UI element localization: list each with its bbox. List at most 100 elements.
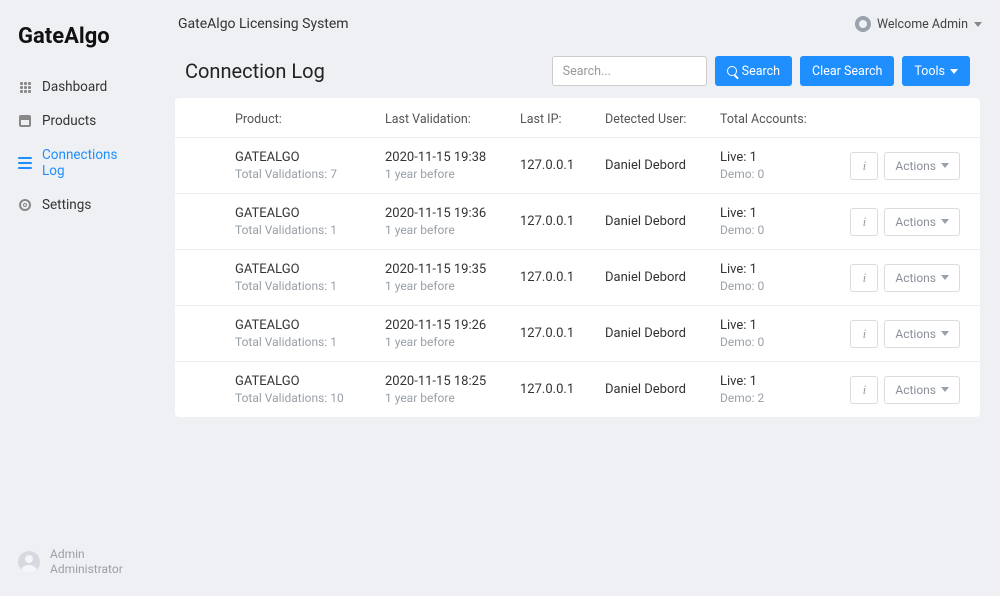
table-header: Product: Last Validation: Last IP: Detec… (175, 98, 980, 137)
th-total-accounts: Total Accounts: (720, 112, 840, 127)
row-user: Daniel Debord (605, 270, 720, 285)
tools-button[interactable]: Tools (902, 56, 970, 86)
actions-button-label: Actions (895, 215, 936, 229)
welcome-text: Welcome Admin (877, 17, 968, 32)
row-timestamp: 2020-11-15 19:38 (385, 150, 520, 165)
grid-icon (18, 80, 32, 94)
page-title: Connection Log (185, 59, 544, 83)
chevron-down-icon (974, 22, 982, 27)
th-last-validation: Last Validation: (385, 112, 520, 127)
row-validations: Total Validations: 7 (235, 167, 385, 181)
actions-button-label: Actions (895, 159, 936, 173)
box-icon (18, 114, 32, 128)
row-demo: Demo: 0 (720, 167, 840, 181)
search-icon (727, 66, 737, 76)
row-live: Live: 1 (720, 150, 840, 165)
info-button[interactable]: i (850, 264, 878, 292)
row-live: Live: 1 (720, 262, 840, 277)
row-product: GATEALGO (235, 318, 385, 333)
gear-icon (18, 198, 32, 212)
tools-button-label: Tools (914, 64, 945, 79)
table-row: GATEALGO Total Validations: 12020-11-15 1… (175, 193, 980, 249)
sidebar-item-label: Connections Log (42, 147, 142, 179)
row-ip: 127.0.0.1 (520, 382, 605, 397)
row-demo: Demo: 0 (720, 335, 840, 349)
chevron-down-icon (941, 219, 949, 224)
row-product: GATEALGO (235, 206, 385, 221)
actions-button[interactable]: Actions (884, 208, 960, 236)
info-button[interactable]: i (850, 320, 878, 348)
chevron-down-icon (941, 163, 949, 168)
row-live: Live: 1 (720, 374, 840, 389)
row-ip: 127.0.0.1 (520, 270, 605, 285)
row-user: Daniel Debord (605, 382, 720, 397)
info-button[interactable]: i (850, 152, 878, 180)
search-button[interactable]: Search (715, 56, 792, 86)
row-ip: 127.0.0.1 (520, 158, 605, 173)
clear-search-button[interactable]: Clear Search (800, 56, 894, 86)
actions-button-label: Actions (895, 271, 936, 285)
row-timestamp: 2020-11-15 18:25 (385, 374, 520, 389)
row-ago: 1 year before (385, 167, 520, 181)
topbar: GateAlgo Licensing System Welcome Admin (160, 0, 1000, 48)
info-button[interactable]: i (850, 376, 878, 404)
th-last-ip: Last IP: (520, 112, 605, 127)
row-ago: 1 year before (385, 391, 520, 405)
th-detected-user: Detected User: (605, 112, 720, 127)
sidebar: Dashboard Products Connections Log Setti… (0, 70, 160, 222)
row-validations: Total Validations: 1 (235, 279, 385, 293)
topbar-title: GateAlgo Licensing System (178, 16, 349, 32)
table-row: GATEALGO Total Validations: 72020-11-15 1… (175, 137, 980, 193)
sidebar-item-connections-log[interactable]: Connections Log (0, 138, 160, 188)
row-ago: 1 year before (385, 335, 520, 349)
row-product: GATEALGO (235, 374, 385, 389)
actions-button[interactable]: Actions (884, 320, 960, 348)
footer-user[interactable]: Admin Administrator (18, 547, 123, 578)
search-input[interactable] (552, 56, 707, 86)
sidebar-item-label: Settings (42, 197, 91, 213)
actions-button-label: Actions (895, 383, 936, 397)
footer-role: Administrator (50, 562, 123, 578)
sidebar-item-dashboard[interactable]: Dashboard (0, 70, 160, 104)
row-user: Daniel Debord (605, 326, 720, 341)
user-icon (855, 16, 871, 32)
row-validations: Total Validations: 10 (235, 391, 385, 405)
row-timestamp: 2020-11-15 19:35 (385, 262, 520, 277)
row-live: Live: 1 (720, 206, 840, 221)
actions-button[interactable]: Actions (884, 264, 960, 292)
row-product: GATEALGO (235, 262, 385, 277)
row-timestamp: 2020-11-15 19:26 (385, 318, 520, 333)
list-icon (18, 156, 32, 170)
info-button[interactable]: i (850, 208, 878, 236)
row-demo: Demo: 0 (720, 279, 840, 293)
actions-button[interactable]: Actions (884, 376, 960, 404)
row-product: GATEALGO (235, 150, 385, 165)
chevron-down-icon (950, 69, 958, 74)
row-validations: Total Validations: 1 (235, 223, 385, 237)
sidebar-item-products[interactable]: Products (0, 104, 160, 138)
avatar (18, 551, 40, 573)
footer-username: Admin (50, 547, 123, 563)
table-row: GATEALGO Total Validations: 12020-11-15 1… (175, 249, 980, 305)
actions-button[interactable]: Actions (884, 152, 960, 180)
chevron-down-icon (941, 387, 949, 392)
row-user: Daniel Debord (605, 158, 720, 173)
account-menu[interactable]: Welcome Admin (855, 16, 982, 32)
row-live: Live: 1 (720, 318, 840, 333)
sidebar-item-label: Products (42, 113, 96, 129)
page-header: Connection Log Search Clear Search Tools (175, 48, 980, 98)
search-button-label: Search (742, 64, 780, 79)
table-row: GATEALGOTotal Validations: 12020-11-15 1… (175, 305, 980, 361)
chevron-down-icon (941, 275, 949, 280)
sidebar-item-label: Dashboard (42, 79, 107, 95)
row-timestamp: 2020-11-15 19:36 (385, 206, 520, 221)
sidebar-item-settings[interactable]: Settings (0, 188, 160, 222)
main: Connection Log Search Clear Search Tools… (175, 48, 980, 417)
chevron-down-icon (941, 331, 949, 336)
clear-search-label: Clear Search (812, 64, 882, 79)
row-demo: Demo: 0 (720, 223, 840, 237)
actions-button-label: Actions (895, 327, 936, 341)
app-logo: GateAlgo (18, 24, 110, 49)
row-ago: 1 year before (385, 279, 520, 293)
row-ago: 1 year before (385, 223, 520, 237)
